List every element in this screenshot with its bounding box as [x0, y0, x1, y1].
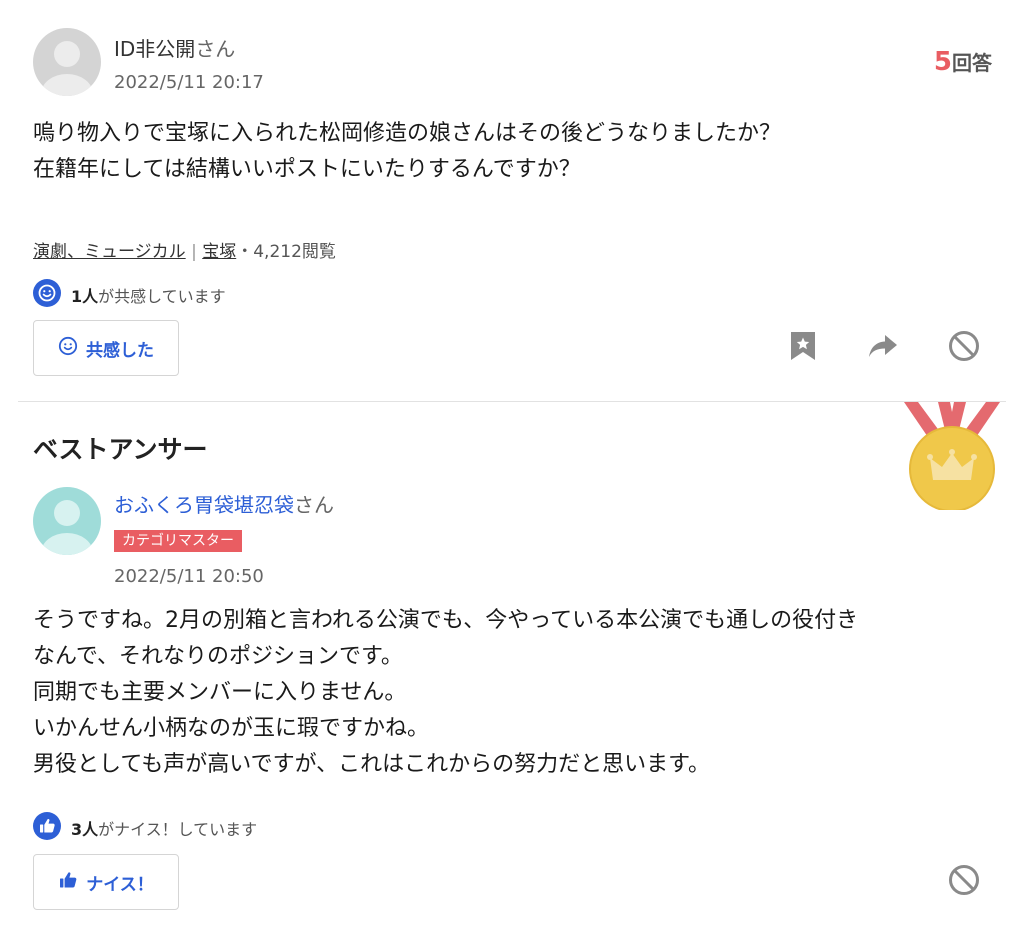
tag-link[interactable]: 宝塚 [202, 242, 236, 262]
answerer-user[interactable]: おふくろ胃袋堪忍袋さん [114, 489, 334, 518]
prohibit-icon [948, 864, 980, 900]
question-avatar [33, 28, 101, 96]
empathy-button-label: 共感した [86, 340, 154, 361]
question-user-name[interactable]: ID非公開 [114, 37, 195, 61]
question-line: 嗚り物入りで宝塚に入られた松岡修造の娘さんはその後どうなりましたか？ [33, 121, 782, 146]
bookmark-icon [790, 331, 816, 365]
share-button[interactable] [865, 330, 901, 366]
question-meta: 演劇、ミュージカル | 宝塚・4,212閲覧 [33, 237, 336, 262]
answer-date: 2022/5/11 20:50 [114, 566, 264, 587]
answer-line: そうですね。2月の別箱と言われる公演でも、今やっている本公演でも通しの役付き [33, 608, 859, 633]
share-arrow-icon [868, 333, 898, 363]
question-line: 在籍年にしては結構いいポストにいたりするんですか？ [33, 157, 581, 182]
thumbs-up-icon [33, 812, 61, 844]
answer-count-label: 回答 [952, 51, 992, 75]
nice-text: がナイス！しています [98, 820, 258, 839]
answerer-avatar [33, 487, 101, 555]
smile-outline-icon [58, 336, 78, 361]
answer-line: 男役としても声が高いですが、これはこれからの努力だと思います。 [33, 752, 710, 777]
answerer-name[interactable]: おふくろ胃袋堪忍袋 [114, 493, 294, 517]
nice-count: 3人 [71, 820, 99, 839]
answer-count-number: 5 [933, 47, 952, 77]
question-user-suffix: さん [195, 37, 236, 61]
section-divider [18, 401, 1006, 402]
category-master-badge: カテゴリマスター [114, 530, 242, 552]
thumbs-up-button-icon [58, 870, 78, 895]
empathy-text: が共感しています [98, 287, 226, 306]
category-master-badge-label: カテゴリマスター [114, 530, 242, 552]
nice-button[interactable]: ナイス！ [33, 854, 179, 910]
category-link[interactable]: 演劇、ミュージカル [33, 242, 186, 262]
answerer-suffix: さん [294, 493, 334, 517]
view-count: ・4,212閲覧 [236, 242, 336, 262]
block-button[interactable] [946, 330, 982, 366]
answer-body: そうですね。2月の別箱と言われる公演でも、今やっている本公演でも通しの役付き な… [33, 603, 1003, 783]
best-answer-heading: ベストアンサー [33, 435, 208, 464]
question-user[interactable]: ID非公開さん [114, 33, 235, 62]
empathy-button[interactable]: 共感した [33, 320, 179, 376]
nice-button-label: ナイス！ [86, 874, 154, 895]
answer-line: 同期でも主要メンバーに入りません。 [33, 680, 407, 705]
category-separator: | [191, 242, 197, 262]
empathy-count: 1人 [71, 287, 99, 306]
empathy-status: 1人が共感しています [33, 279, 226, 311]
answer-block-button[interactable] [946, 864, 982, 900]
question-date: 2022/5/11 20:17 [114, 72, 264, 93]
nice-status: 3人がナイス！しています [33, 812, 257, 844]
smile-icon [33, 279, 61, 311]
question-body: 嗚り物入りで宝塚に入られた松岡修造の娘さんはその後どうなりましたか？ 在籍年にし… [33, 116, 993, 188]
prohibit-icon [948, 330, 980, 366]
answer-line: なんで、それなりのポジションです。 [33, 644, 403, 669]
best-answer-medal-icon [900, 402, 1004, 514]
bookmark-button[interactable] [785, 330, 821, 366]
answer-line: いかんせん小柄なのが玉に瑕ですかね。 [33, 716, 430, 741]
answer-count[interactable]: 5回答 [934, 47, 992, 77]
